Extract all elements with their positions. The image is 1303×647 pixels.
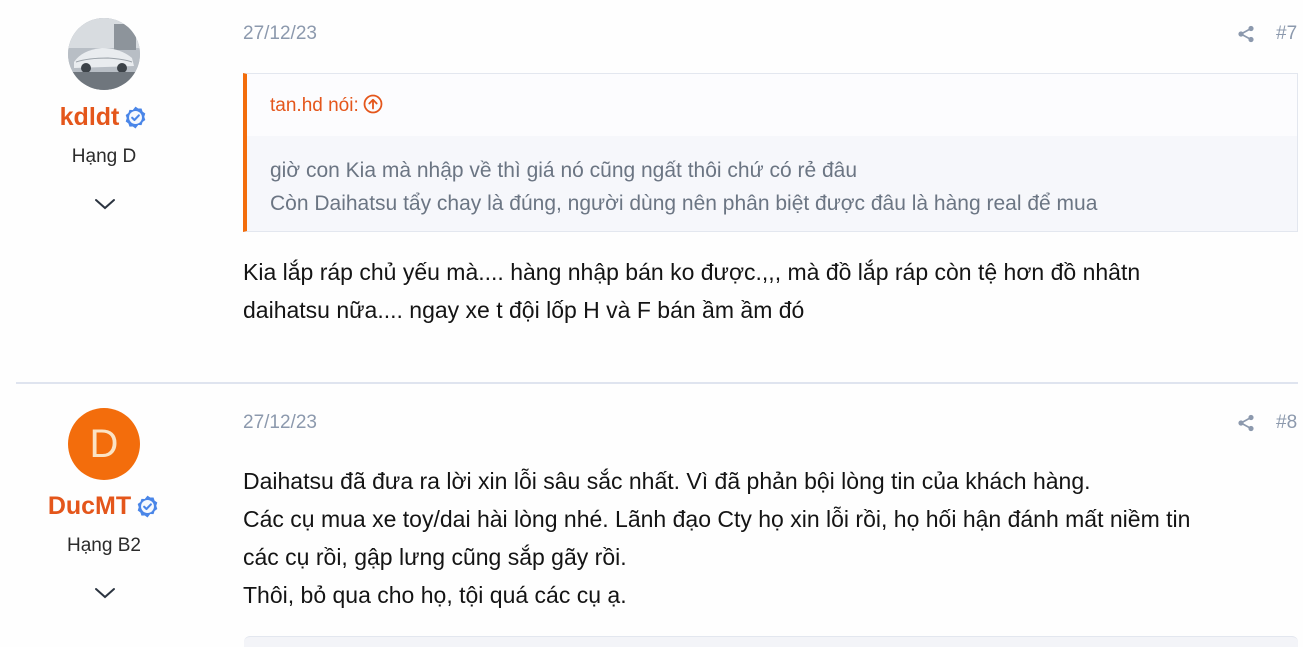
username[interactable]: kdldt [60, 103, 120, 131]
user-avatar[interactable]: D [68, 408, 140, 480]
post-line: Daihatsu đã đưa ra lời xin lỗi sâu sắc n… [243, 468, 1091, 494]
arrow-up-circle-icon[interactable] [363, 94, 383, 114]
user-rank: Hạng D [71, 146, 137, 167]
username[interactable]: DucMT [48, 492, 131, 520]
post-line: Kia lắp ráp chủ yếu mà.... hàng nhập bán… [243, 259, 1141, 285]
post-7: kdldt Hạng D 27/12/23 #7 tan.hd nói: giờ… [0, 0, 1303, 382]
username-row: DucMT [0, 492, 208, 521]
post-number[interactable]: #7 [1276, 23, 1297, 45]
post-body: Daihatsu đã đưa ra lời xin lỗi sâu sắc n… [243, 462, 1190, 614]
user-rank: Hạng B2 [67, 535, 141, 556]
next-post-preview [244, 636, 1298, 647]
post-date[interactable]: 27/12/23 [243, 23, 317, 45]
quote-author-link[interactable]: tan.hd nói: [270, 94, 383, 117]
quote-text: giờ con Kia mà nhập về thì giá nó cũng n… [270, 154, 1097, 220]
username-row: kdldt [0, 103, 208, 132]
post-line: Các cụ mua xe toy/dai hài lòng nhé. Lãnh… [243, 506, 1191, 532]
post-date[interactable]: 27/12/23 [243, 412, 317, 434]
post-line: daihatsu nữa.... ngay xe t đội lốp H và … [243, 297, 805, 323]
quote-block: tan.hd nói: giờ con Kia mà nhập về thì g… [243, 73, 1298, 232]
chevron-down-icon[interactable] [94, 586, 116, 600]
verified-badge-icon [135, 494, 160, 519]
post-8: D DucMT Hạng B2 27/12/23 #8 Daihatsu đã … [0, 384, 1303, 643]
chevron-down-icon[interactable] [94, 197, 116, 211]
share-icon[interactable] [1237, 25, 1255, 43]
post-line: Thôi, bỏ qua cho họ, tội quá các cụ ạ. [243, 582, 627, 608]
post-line: các cụ rồi, gập lưng cũng sắp gãy rồi. [243, 544, 627, 570]
car-photo-avatar-icon [68, 18, 140, 90]
quote-line: giờ con Kia mà nhập về thì giá nó cũng n… [270, 159, 858, 182]
user-avatar[interactable] [68, 18, 140, 90]
quote-line: Còn Daihatsu tẩy chay là đúng, người dùn… [270, 192, 1098, 215]
verified-badge-icon [123, 105, 148, 130]
share-icon[interactable] [1237, 414, 1255, 432]
quote-author[interactable]: tan.hd nói: [270, 95, 359, 116]
post-body: Kia lắp ráp chủ yếu mà.... hàng nhập bán… [243, 253, 1140, 329]
post-number[interactable]: #8 [1276, 412, 1297, 434]
quote-header: tan.hd nói: [247, 74, 1297, 136]
